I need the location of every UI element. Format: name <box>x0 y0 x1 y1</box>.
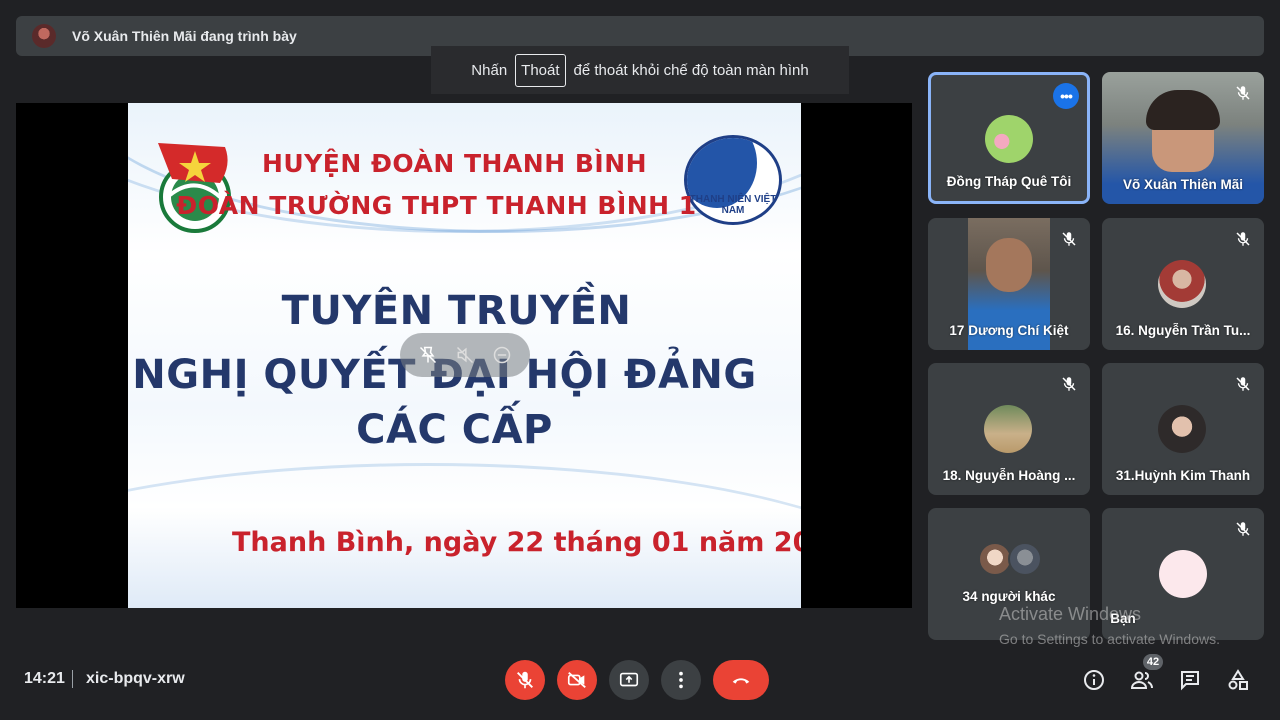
present-icon <box>619 672 639 687</box>
mic-off-icon <box>1236 522 1250 536</box>
meeting-details-icon[interactable] <box>1082 668 1106 692</box>
tile-overlay-controls[interactable] <box>400 333 530 377</box>
pin-icon[interactable] <box>418 345 438 365</box>
fullscreen-hint: Nhấn Thoát để thoát khỏi chế độ toàn màn… <box>431 46 849 94</box>
more-options-button[interactable] <box>661 660 701 700</box>
presentation-slide: THANH NIÊN VIỆT NAM HUYỆN ĐOÀN THANH BÌN… <box>128 103 801 608</box>
participant-tile[interactable]: ••• Đồng Tháp Quê Tôi <box>928 72 1090 204</box>
participant-tile[interactable]: 31.Huỳnh Kim Thanh <box>1102 363 1264 495</box>
participant-tile[interactable]: 18. Nguyễn Hoàng ... <box>928 363 1090 495</box>
presentation-stage[interactable]: THANH NIÊN VIỆT NAM HUYỆN ĐOÀN THANH BÌN… <box>16 103 912 608</box>
mic-toggle-button[interactable] <box>505 660 545 700</box>
participant-name: 31.Huỳnh Kim Thanh <box>1115 468 1251 483</box>
participant-tile[interactable]: Võ Xuân Thiên Mãi <box>1102 72 1264 204</box>
hang-up-icon <box>732 678 750 684</box>
avatar <box>1159 550 1207 598</box>
participant-tile[interactable]: 16. Nguyễn Trần Tu... <box>1102 218 1264 350</box>
mic-off-icon <box>517 671 533 689</box>
participant-name: 34 người khác <box>962 589 1056 604</box>
avatar <box>978 542 1012 576</box>
presenter-label: Võ Xuân Thiên Mãi đang trình bày <box>72 28 297 44</box>
activation-watermark-subtitle: Go to Settings to activate Windows. <box>999 631 1220 647</box>
avatar <box>984 405 1032 453</box>
slide-line-2: ĐOÀN TRƯỜNG THPT THANH BÌNH 1 <box>176 191 697 220</box>
participant-name: 17 Dương Chí Kiệt <box>949 323 1069 338</box>
avatar <box>985 115 1033 163</box>
activities-icon[interactable] <box>1226 668 1250 692</box>
presenter-avatar <box>32 24 56 48</box>
mic-off-icon <box>1062 232 1076 246</box>
chat-icon[interactable] <box>1178 668 1202 692</box>
meeting-time: 14:21 <box>24 670 65 687</box>
participant-name: 18. Nguyễn Hoàng ... <box>942 468 1076 483</box>
mic-off-icon <box>1062 377 1076 391</box>
escape-key-label: Thoát <box>515 53 566 87</box>
slide-line-1: HUYỆN ĐOÀN THANH BÌNH <box>261 149 648 178</box>
participant-tile[interactable]: 17 Dương Chí Kiệt <box>928 218 1090 350</box>
participant-name: 16. Nguyễn Trần Tu... <box>1115 323 1251 338</box>
participant-name: Đồng Tháp Quê Tôi <box>946 174 1072 189</box>
camera-off-icon <box>567 671 586 689</box>
avatar <box>1008 542 1042 576</box>
avatar <box>1158 405 1206 453</box>
mute-audio-icon[interactable] <box>455 345 475 365</box>
slide-title-3: CÁC CẤP <box>356 407 553 453</box>
camera-toggle-button[interactable] <box>557 660 597 700</box>
mic-off-icon <box>1236 377 1250 391</box>
more-options-button[interactable]: ••• <box>1053 83 1079 109</box>
leave-call-button[interactable] <box>713 660 769 700</box>
more-vert-icon <box>679 671 683 689</box>
mic-off-icon <box>1236 232 1250 246</box>
avatar <box>1158 260 1206 308</box>
people-count-badge: 42 <box>1143 654 1163 670</box>
people-icon[interactable] <box>1130 668 1154 692</box>
slide-date: Thanh Bình, ngày 22 tháng 01 năm 2022 <box>232 527 801 558</box>
present-screen-button[interactable] <box>609 660 649 700</box>
remove-icon[interactable] <box>492 345 512 365</box>
activation-watermark-title: Activate Windows <box>999 604 1142 624</box>
divider <box>72 670 73 688</box>
participant-name: Võ Xuân Thiên Mãi <box>1122 177 1243 192</box>
meeting-code: xic-bpqv-xrw <box>86 670 185 687</box>
mic-off-icon <box>1236 86 1250 100</box>
slide-title-1: TUYÊN TRUYỀN <box>281 288 632 334</box>
